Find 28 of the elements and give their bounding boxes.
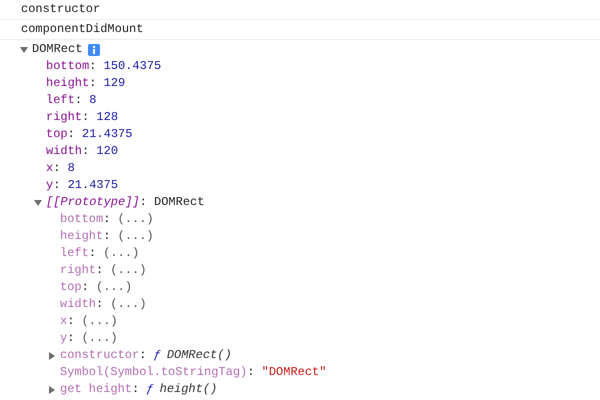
property-entry: constructor: ƒ DOMRect(): [60, 348, 232, 362]
log-message: constructor: [21, 2, 100, 16]
property-entry: top: 21.4375: [46, 127, 132, 141]
property-entry: height: (...): [60, 229, 154, 243]
property-entry: Symbol(Symbol.toStringTag): "DOMRect": [60, 365, 326, 379]
property-entry: top: (...): [60, 280, 132, 294]
expand-triangle-icon[interactable]: [34, 199, 42, 207]
property-entry: width: (...): [60, 297, 146, 311]
info-icon[interactable]: [88, 44, 100, 56]
property-entry: right: 128: [46, 110, 118, 124]
property-entry: height: 129: [46, 76, 126, 90]
property-entry: y: 21.4375: [46, 178, 118, 192]
property-entry: y: (...): [60, 331, 118, 345]
property-entry: x: (...): [60, 314, 118, 328]
property-entry: bottom: (...): [60, 212, 154, 226]
expand-triangle-icon[interactable]: [48, 386, 56, 394]
object-label[interactable]: DOMRect: [32, 41, 82, 58]
property-entry: left: (...): [60, 246, 140, 260]
property-entry: width: 120: [46, 144, 118, 158]
property-entry: left: 8: [46, 93, 96, 107]
property-entry: right: (...): [60, 263, 146, 277]
expand-triangle-icon[interactable]: [20, 46, 28, 54]
property-entry: [[Prototype]]: DOMRect: [46, 195, 204, 209]
property-entry: get height: ƒ height(): [60, 382, 218, 396]
log-message: componentDidMount: [21, 22, 144, 36]
expand-triangle-icon[interactable]: [48, 352, 56, 360]
property-entry: x: 8: [46, 161, 75, 175]
property-entry: bottom: 150.4375: [46, 59, 162, 73]
